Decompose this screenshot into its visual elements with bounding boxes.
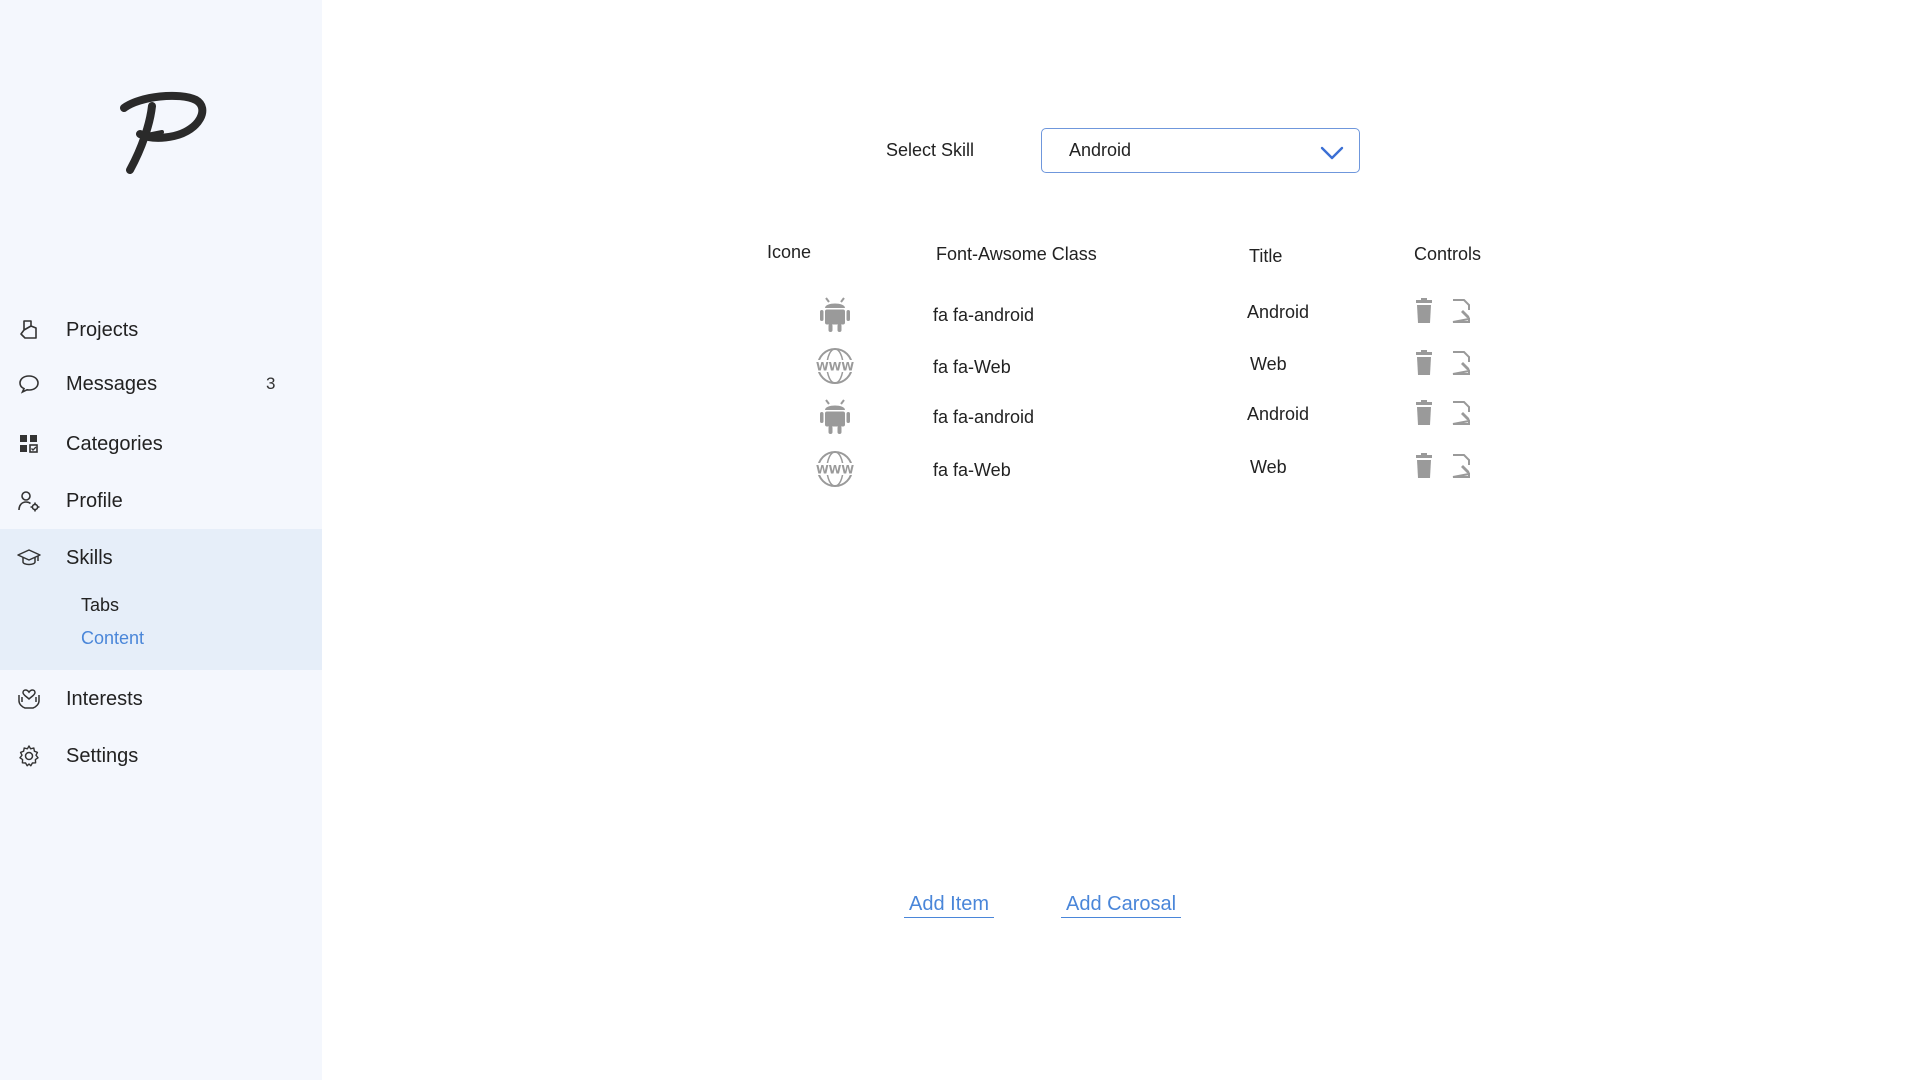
graduation-cap-icon xyxy=(16,545,42,571)
edit-icon[interactable] xyxy=(1450,400,1474,426)
edit-icon[interactable] xyxy=(1450,298,1474,324)
skill-select-value: Android xyxy=(1069,140,1132,160)
nav-label: Skills xyxy=(66,546,113,569)
class-cell: fa fa-Web xyxy=(933,460,1011,480)
title-cell: Android xyxy=(1247,404,1310,424)
skills-group: Skills Tabs Content xyxy=(0,529,322,670)
sub-item-tabs[interactable]: Tabs xyxy=(81,595,119,616)
class-cell: fa fa-Web xyxy=(933,357,1011,377)
android-icon xyxy=(820,297,850,332)
column-header-controls: Controls xyxy=(1414,244,1482,264)
nav-item-settings[interactable]: Settings xyxy=(0,734,322,778)
nav-label: Projects xyxy=(66,318,139,341)
nav-item-messages[interactable]: Messages 3 xyxy=(0,362,322,406)
nav-item-skills[interactable]: Skills xyxy=(0,529,322,587)
nav-item-categories[interactable]: Categories xyxy=(0,422,322,466)
gear-icon xyxy=(16,743,42,769)
categories-icon xyxy=(16,431,42,457)
add-carosal-button[interactable]: Add Carosal xyxy=(1061,893,1182,918)
delete-icon[interactable] xyxy=(1412,298,1436,324)
app: Projects Messages 3 Categories Profile S… xyxy=(0,0,1920,1080)
sidebar: Projects Messages 3 Categories Profile S… xyxy=(0,0,322,1080)
delete-icon[interactable] xyxy=(1412,350,1436,376)
logo[interactable] xyxy=(118,90,208,176)
svg-text:WWW: WWW xyxy=(816,463,854,477)
chat-bubble-icon xyxy=(16,371,42,397)
skill-select[interactable]: Android xyxy=(1041,128,1360,173)
class-cell: fa fa-android xyxy=(933,305,1035,325)
chevron-down-icon xyxy=(1320,146,1344,160)
nav-label: Interests xyxy=(66,687,143,710)
nav-label: Categories xyxy=(66,432,163,455)
www-globe-icon: WWW xyxy=(815,451,855,487)
nav-label: Messages xyxy=(66,372,158,395)
sub-item-content[interactable]: Content xyxy=(81,628,144,649)
nav-item-interests[interactable]: Interests xyxy=(0,677,322,721)
android-icon xyxy=(820,399,850,434)
svg-text:WWW: WWW xyxy=(816,360,854,374)
delete-icon[interactable] xyxy=(1412,400,1436,426)
projects-icon xyxy=(16,317,42,343)
nav-item-projects[interactable]: Projects xyxy=(0,308,322,352)
heart-hand-icon xyxy=(16,686,42,712)
select-skill-label: Select Skill xyxy=(886,140,975,160)
edit-icon[interactable] xyxy=(1450,453,1474,479)
delete-icon[interactable] xyxy=(1412,453,1436,479)
title-cell: Web xyxy=(1250,354,1287,374)
message-count-badge: 3 xyxy=(266,374,276,393)
nav-item-profile[interactable]: Profile xyxy=(0,479,322,523)
nav-label: Settings xyxy=(66,744,139,767)
www-globe-icon: WWW xyxy=(815,348,855,384)
column-header-title: Title xyxy=(1249,246,1283,266)
column-header-class: Font-Awsome Class xyxy=(936,244,1097,264)
profile-settings-icon xyxy=(16,488,42,514)
edit-icon[interactable] xyxy=(1450,350,1474,376)
title-cell: Android xyxy=(1247,302,1310,322)
title-cell: Web xyxy=(1250,457,1287,477)
nav-label: Profile xyxy=(66,489,123,512)
column-header-icone: Icone xyxy=(767,242,812,262)
class-cell: fa fa-android xyxy=(933,407,1035,427)
add-item-button[interactable]: Add Item xyxy=(904,893,995,918)
